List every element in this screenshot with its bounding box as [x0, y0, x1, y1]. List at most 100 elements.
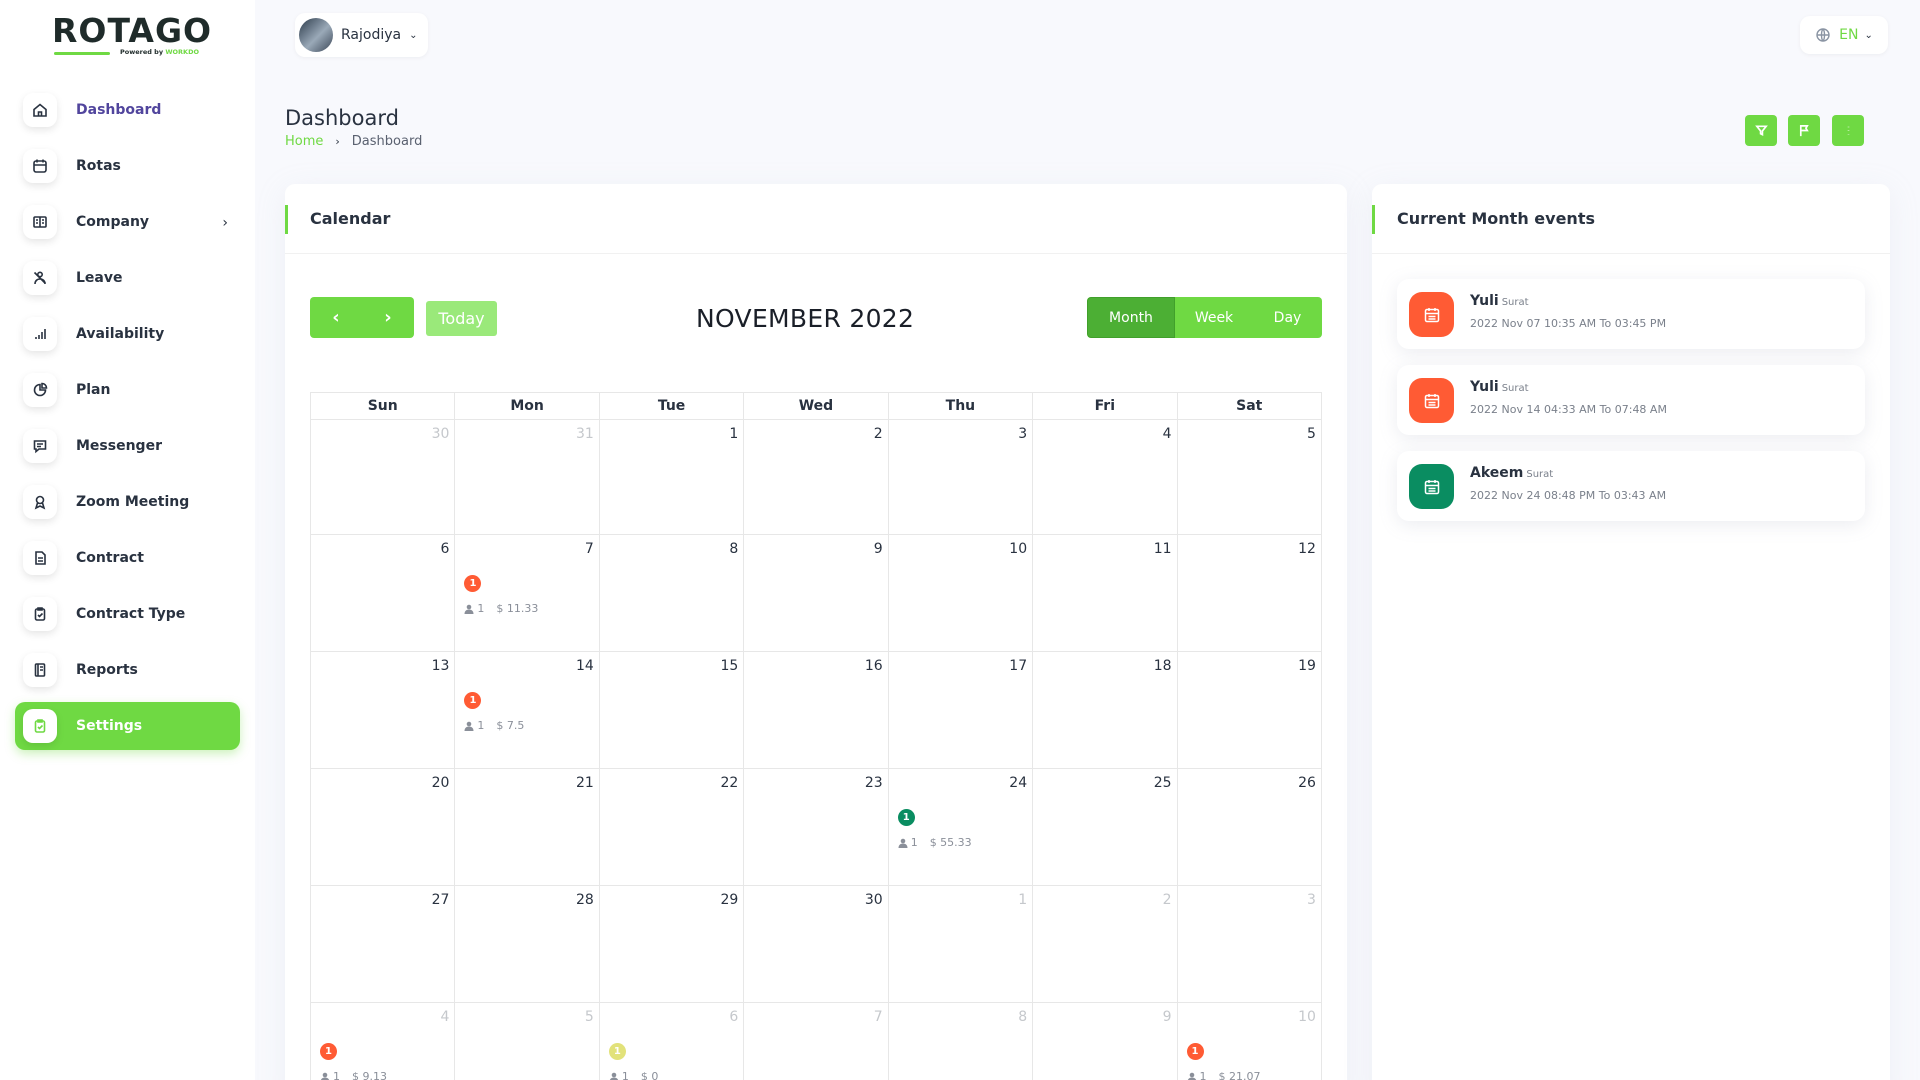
calendar-day-cell[interactable]: 8: [889, 1003, 1034, 1080]
view-week-button[interactable]: Week: [1175, 297, 1253, 338]
sidebar-item-reports[interactable]: Reports: [15, 646, 240, 694]
calendar-day-cell[interactable]: 21: [455, 769, 600, 885]
day-number: 21: [576, 775, 594, 791]
event-name: Akeem Surat: [1470, 465, 1553, 481]
calendar-day-cell[interactable]: 29: [600, 886, 745, 1002]
sidebar-item-settings[interactable]: Settings: [15, 702, 240, 750]
user-menu[interactable]: Rajodiya ⌄: [295, 13, 428, 57]
language-selector[interactable]: EN ⌄: [1800, 16, 1888, 54]
event-count-badge[interactable]: 1: [1186, 1043, 1204, 1060]
calendar-day-cell[interactable]: 9: [1033, 1003, 1178, 1080]
event-location: Surat: [1501, 297, 1529, 308]
user-name: Rajodiya: [341, 27, 402, 43]
sidebar-item-contract[interactable]: Contract: [15, 534, 240, 582]
calendar-day-cell[interactable]: 1: [889, 886, 1034, 1002]
calendar-day-cell[interactable]: 25: [1033, 769, 1178, 885]
sidebar-item-leave[interactable]: Leave: [15, 254, 240, 302]
calendar-day-cell[interactable]: 19: [1178, 652, 1322, 768]
day-of-week-label: Tue: [600, 393, 745, 419]
event-list-item[interactable]: Yuli Surat 2022 Nov 07 10:35 AM To 03:45 P…: [1397, 279, 1865, 349]
chart-icon: [23, 317, 57, 351]
calendar-day-cell[interactable]: 4 1 1 $ 9.13: [311, 1003, 456, 1080]
sidebar-item-dashboard[interactable]: Dashboard: [15, 86, 240, 134]
logo-text: ROTAGO: [52, 11, 213, 50]
calendar-day-cell[interactable]: 5: [1178, 420, 1322, 534]
sidebar-item-label: Messenger: [76, 438, 162, 454]
sidebar-item-label: Company: [76, 214, 150, 230]
calendar-day-cell[interactable]: 6 1 1 $ 0: [600, 1003, 745, 1080]
flag-icon: [1799, 125, 1809, 137]
filter-icon: [1754, 125, 1768, 137]
calendar-day-cell[interactable]: 22: [600, 769, 745, 885]
event-amount: $ 11.33: [496, 602, 539, 615]
calendar-day-cell[interactable]: 7: [744, 1003, 889, 1080]
calendar-day-cell[interactable]: 2: [1033, 886, 1178, 1002]
user-icon: [464, 721, 474, 731]
event-count-badge[interactable]: 1: [897, 809, 915, 826]
calendar-day-cell[interactable]: 1: [600, 420, 745, 534]
calendar-day-cell[interactable]: 24 1 1 $ 55.33: [889, 769, 1034, 885]
sidebar-item-contract-type[interactable]: Contract Type: [15, 590, 240, 638]
event-count-badge[interactable]: 1: [464, 575, 482, 592]
calendar-day-cell[interactable]: 10 1 1 $ 21.07: [1178, 1003, 1322, 1080]
calendar-day-cell[interactable]: 5: [455, 1003, 600, 1080]
sidebar-item-label: Zoom Meeting: [76, 494, 190, 510]
sidebar-item-label: Settings: [76, 718, 143, 734]
event-people-count: 1: [477, 719, 485, 732]
breadcrumb-home-link[interactable]: Home: [285, 134, 323, 149]
prev-month-button[interactable]: ‹: [310, 297, 362, 338]
sidebar-item-plan[interactable]: Plan: [15, 366, 240, 414]
today-button[interactable]: Today: [426, 301, 497, 336]
event-amount: $ 9.13: [352, 1070, 387, 1080]
event-location: Surat: [1526, 469, 1554, 480]
view-day-button[interactable]: Day: [1253, 297, 1322, 338]
report-icon: [23, 653, 57, 687]
calendar-day-cell[interactable]: 16: [744, 652, 889, 768]
flag-button[interactable]: [1788, 115, 1820, 146]
calendar-day-cell[interactable]: 7 1 1 $ 11.33: [455, 535, 600, 651]
sidebar-item-messenger[interactable]: Messenger: [15, 422, 240, 470]
event-count-badge[interactable]: 1: [608, 1043, 626, 1060]
event-list-item[interactable]: Akeem Surat 2022 Nov 24 08:48 PM To 03:43 …: [1397, 451, 1865, 521]
calendar-day-cell[interactable]: 13: [311, 652, 456, 768]
calendar-day-cell[interactable]: 31: [455, 420, 600, 534]
view-month-button[interactable]: Month: [1087, 297, 1175, 338]
calendar-day-cell[interactable]: 2: [744, 420, 889, 534]
calendar-day-cell[interactable]: 8: [600, 535, 745, 651]
calendar-day-cell[interactable]: 3: [889, 420, 1034, 534]
brand-logo[interactable]: ROTAGO Powered by WORKDO: [52, 11, 213, 58]
calendar-day-cell[interactable]: 9: [744, 535, 889, 651]
calendar-day-cell[interactable]: 28: [455, 886, 600, 1002]
event-people-count: 1: [910, 836, 918, 849]
event-count-badge[interactable]: 1: [464, 692, 482, 709]
sidebar-item-availability[interactable]: Availability: [15, 310, 240, 358]
calendar-day-cell[interactable]: 4: [1033, 420, 1178, 534]
calendar-day-cell[interactable]: 20: [311, 769, 456, 885]
chevron-right-icon: ›: [335, 135, 340, 148]
calendar-day-cell[interactable]: 30: [744, 886, 889, 1002]
event-list-item[interactable]: Yuli Surat 2022 Nov 14 04:33 AM To 07:48 A…: [1397, 365, 1865, 435]
calendar-day-cell[interactable]: 14 1 1 $ 7.5: [455, 652, 600, 768]
calendar-day-cell[interactable]: 18: [1033, 652, 1178, 768]
calendar-day-cell[interactable]: 26: [1178, 769, 1322, 885]
calendar-day-cell[interactable]: 11: [1033, 535, 1178, 651]
calendar-day-cell[interactable]: 23: [744, 769, 889, 885]
calendar-day-cell[interactable]: 12: [1178, 535, 1322, 651]
calendar-day-cell[interactable]: 6: [311, 535, 456, 651]
sidebar-item-rotas[interactable]: Rotas: [15, 142, 240, 190]
calendar-day-cell[interactable]: 10: [889, 535, 1034, 651]
event-count-badge[interactable]: 1: [320, 1043, 337, 1060]
sidebar-item-company[interactable]: Company ›: [15, 198, 240, 246]
filter-button[interactable]: [1745, 115, 1777, 146]
calendar-day-cell[interactable]: 15: [600, 652, 745, 768]
more-options-button[interactable]: [1832, 115, 1864, 146]
sidebar-item-zoom-meeting[interactable]: Zoom Meeting: [15, 478, 240, 526]
calendar-day-cell[interactable]: 3: [1178, 886, 1322, 1002]
calendar-day-cell[interactable]: 17: [889, 652, 1034, 768]
file-icon: [23, 541, 57, 575]
day-number: 8: [729, 541, 739, 557]
day-number: 6: [440, 541, 450, 557]
next-month-button[interactable]: ›: [362, 297, 414, 338]
calendar-day-cell[interactable]: 30: [311, 420, 456, 534]
calendar-day-cell[interactable]: 27: [311, 886, 456, 1002]
